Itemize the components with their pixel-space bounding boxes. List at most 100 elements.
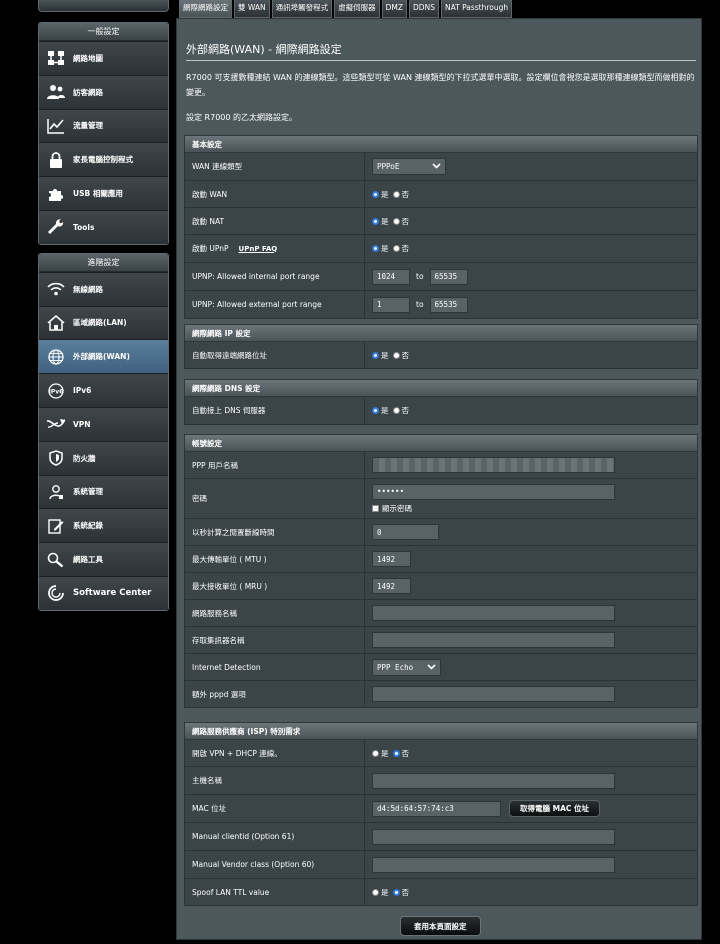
vpn-dhcp-yes-radio[interactable]: 是 xyxy=(372,748,389,759)
mtu-input[interactable]: 1492 xyxy=(372,551,411,567)
spoof-ttl-no-radio[interactable]: 否 xyxy=(392,887,409,898)
range-to-label: to xyxy=(416,272,424,281)
page-subdescription: 設定 R7000 的乙太網路設定。 xyxy=(186,113,298,122)
sidebar-item-traffic-manager[interactable]: 流量管理 xyxy=(39,108,168,143)
sidebar-item-label: 家長電腦控制程式 xyxy=(73,155,133,165)
external-port-from-input[interactable]: 1 xyxy=(372,296,410,313)
sidebar-item-software-center[interactable]: Software Center xyxy=(39,575,168,610)
enable-upnp-no-radio[interactable]: 否 xyxy=(392,243,409,254)
admin-user-icon xyxy=(39,484,73,500)
field-label: PPP 用戶名稱 xyxy=(185,452,365,478)
wan-type-select[interactable]: PPPoE xyxy=(372,158,446,175)
auto-ip-yes-radio[interactable]: 是 xyxy=(372,350,389,361)
wifi-icon xyxy=(39,282,73,296)
tab-port-trigger[interactable]: 通訊埠觸發程式 xyxy=(271,0,333,18)
enable-nat-no-radio[interactable]: 否 xyxy=(392,216,409,227)
password-input[interactable]: •••••• xyxy=(372,483,615,500)
sidebar-item-label: 流量管理 xyxy=(73,121,103,131)
clone-mac-button[interactable]: 取得電腦 MAC 位址 xyxy=(509,800,600,817)
mac-address-row: MAC 位址 d4:5d:64:57:74:c3 取得電腦 MAC 位址 xyxy=(184,795,698,823)
sidebar-item-administration[interactable]: 系統管理 xyxy=(39,474,168,509)
mac-address-input[interactable]: d4:5d:64:57:74:c3 xyxy=(372,800,501,817)
internet-detection-select[interactable]: PPP Echo xyxy=(372,658,441,676)
sidebar-item-usb-apps[interactable]: USB 相關應用 xyxy=(39,176,168,210)
enable-nat-yes-radio[interactable]: 是 xyxy=(372,216,389,227)
hostname-input[interactable] xyxy=(372,772,615,789)
spoof-ttl-yes-radio[interactable]: 是 xyxy=(372,887,389,898)
enable-wan-row: 啟動 WAN 是 否 xyxy=(184,181,698,208)
field-label: 網路服務名稱 xyxy=(185,600,365,626)
tab-dual-wan[interactable]: 雙 WAN xyxy=(234,0,270,18)
mtu-row: 最大傳輸單位 ( MTU ) 1492 xyxy=(184,546,698,573)
field-label: 主機名稱 xyxy=(185,767,365,794)
sidebar-item-label: 防火牆 xyxy=(73,453,96,463)
home-icon xyxy=(39,314,73,331)
sidebar-item-firewall[interactable]: 防火牆 xyxy=(39,440,168,475)
sidebar-item-lan[interactable]: 區域網路(LAN) xyxy=(39,305,168,340)
enable-upnp-yes-radio[interactable]: 是 xyxy=(372,243,389,254)
tab-internet-settings[interactable]: 網際網路設定 xyxy=(179,0,232,18)
mru-input[interactable]: 1492 xyxy=(372,578,411,594)
tab-virtual-server[interactable]: 虛擬伺服器 xyxy=(334,0,380,18)
field-label: WAN 連線類型 xyxy=(185,153,365,180)
ppp-username-input[interactable] xyxy=(372,457,615,473)
sidebar-item-parental-control[interactable]: 家長電腦控制程式 xyxy=(39,142,168,177)
sidebar-item-network-tools[interactable]: 網路工具 xyxy=(39,542,168,576)
field-label: 最大傳輸單位 ( MTU ) xyxy=(185,546,365,572)
field-label: UPNP: Allowed internal port range xyxy=(185,263,365,290)
field-label: 啟動 WAN xyxy=(185,181,365,207)
tab-bar: 網際網路設定 雙 WAN 通訊埠觸發程式 虛擬伺服器 DMZ DDNS NAT … xyxy=(179,0,514,18)
option61-input[interactable] xyxy=(372,828,615,845)
ppp-username-row: PPP 用戶名稱 xyxy=(184,452,698,479)
vpn-dhcp-row: 開啟 VPN + DHCP 連線。 是 否 xyxy=(184,740,698,767)
sidebar-item-system-log[interactable]: 系統紀錄 xyxy=(39,508,168,543)
upnp-faq-link[interactable]: UPnP FAQ xyxy=(239,245,278,253)
field-label: UPNP: Allowed external port range xyxy=(185,291,365,318)
auto-ip-no-radio[interactable]: 否 xyxy=(392,350,409,361)
spoof-ttl-row: Spoof LAN TTL value 是 否 xyxy=(184,879,698,906)
tab-ddns[interactable]: DDNS xyxy=(409,0,439,18)
enable-wan-no-radio[interactable]: 否 xyxy=(392,189,409,200)
field-label: Manual Vendor class (Option 60) xyxy=(185,851,365,878)
sidebar-item-guest-network[interactable]: 訪客網路 xyxy=(39,74,168,109)
sidebar-item-network-map[interactable]: 網路地圖 xyxy=(39,41,168,75)
internal-port-to-input[interactable]: 65535 xyxy=(429,268,468,285)
sidebar-item-label: USB 相關應用 xyxy=(73,189,123,199)
auto-dns-yes-radio[interactable]: 是 xyxy=(372,405,389,416)
sidebar-item-vpn[interactable]: VPN xyxy=(39,406,168,441)
apply-button[interactable]: 套用本頁面設定 xyxy=(400,916,481,936)
basic-settings-section: 基本設定 WAN 連線類型 PPPoE 啟動 WAN 是 否 啟動 NAT 是 … xyxy=(184,135,698,319)
enable-nat-row: 啟動 NAT 是 否 xyxy=(184,208,698,235)
pppd-options-input[interactable] xyxy=(372,686,615,702)
wrench-icon xyxy=(39,219,73,235)
advanced-settings-title: 進階設定 xyxy=(39,253,168,272)
external-port-to-input[interactable]: 65535 xyxy=(429,296,468,313)
vpn-dhcp-no-radio[interactable]: 否 xyxy=(392,748,409,759)
service-name-input[interactable] xyxy=(372,605,615,621)
internal-port-from-input[interactable]: 1024 xyxy=(372,268,410,285)
enable-wan-yes-radio[interactable]: 是 xyxy=(372,189,389,200)
sidebar-item-label: 無線網路 xyxy=(73,284,103,294)
lock-icon xyxy=(39,151,73,168)
upnp-label: 啟動 UPnP xyxy=(192,244,229,253)
idle-timeout-input[interactable]: 0 xyxy=(372,524,439,540)
auto-dns-no-radio[interactable]: 否 xyxy=(392,405,409,416)
external-port-range-row: UPNP: Allowed external port range 1 to 6… xyxy=(184,291,698,319)
field-label: MAC 位址 xyxy=(185,795,365,822)
sidebar-item-wireless[interactable]: 無線網路 xyxy=(39,271,168,306)
sidebar-item-tools[interactable]: Tools xyxy=(39,209,168,244)
field-label: 開啟 VPN + DHCP 連線。 xyxy=(185,740,365,766)
show-password-checkbox[interactable]: 顯示密碼 xyxy=(372,503,412,514)
tab-dmz[interactable]: DMZ xyxy=(381,0,408,18)
tab-nat-passthrough[interactable]: NAT Passthrough xyxy=(440,0,513,18)
auto-ip-row: 自動取得遠端網路位址 是 否 xyxy=(184,342,698,369)
access-concentrator-input[interactable] xyxy=(372,632,615,648)
select-value: PPP Echo xyxy=(377,662,414,672)
section-title: 帳號設定 xyxy=(184,434,698,452)
sidebar-item-label: Tools xyxy=(73,222,95,232)
vpn-icon xyxy=(39,417,73,431)
sidebar-item-ipv6[interactable]: IPv6 IPv6 xyxy=(39,373,168,407)
option60-input[interactable] xyxy=(372,856,615,873)
sidebar-item-wan[interactable]: 外部網路(WAN) xyxy=(39,339,168,374)
auto-dns-row: 自動接上 DNS 伺服器 是 否 xyxy=(184,397,698,425)
